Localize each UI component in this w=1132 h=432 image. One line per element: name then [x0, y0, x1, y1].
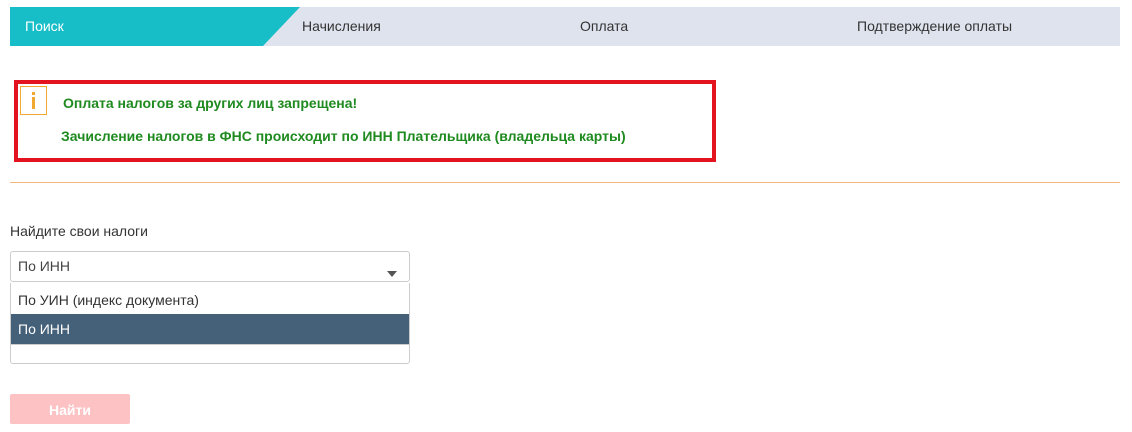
- option-inn[interactable]: По ИНН: [11, 314, 409, 344]
- info-icon: [20, 86, 47, 115]
- select-value: По ИНН: [18, 258, 71, 274]
- caret-down-icon: [387, 264, 397, 282]
- warning-title: Оплата налогов за других лиц запрещена!: [63, 95, 358, 111]
- warning-text: Зачисление налогов в ФНС происходит по И…: [61, 128, 626, 144]
- search-type-select[interactable]: По ИНН: [10, 251, 410, 282]
- step-payment: Оплата: [580, 18, 629, 34]
- search-label: Найдите свои налоги: [10, 223, 148, 239]
- find-button[interactable]: Найти: [10, 394, 130, 424]
- option-uin[interactable]: По УИН (индекс документа): [11, 285, 409, 315]
- step-search[interactable]: Поиск: [25, 7, 64, 46]
- stepper: Поиск Начисления Оплата Подтверждение оп…: [10, 7, 1120, 46]
- step-charges: Начисления: [302, 18, 381, 34]
- warning-box: [14, 80, 716, 162]
- step-confirmation: Подтверждение оплаты: [857, 18, 1013, 34]
- select-dropdown: По УИН (индекс документа) По ИНН: [10, 283, 410, 345]
- divider: [10, 182, 1120, 183]
